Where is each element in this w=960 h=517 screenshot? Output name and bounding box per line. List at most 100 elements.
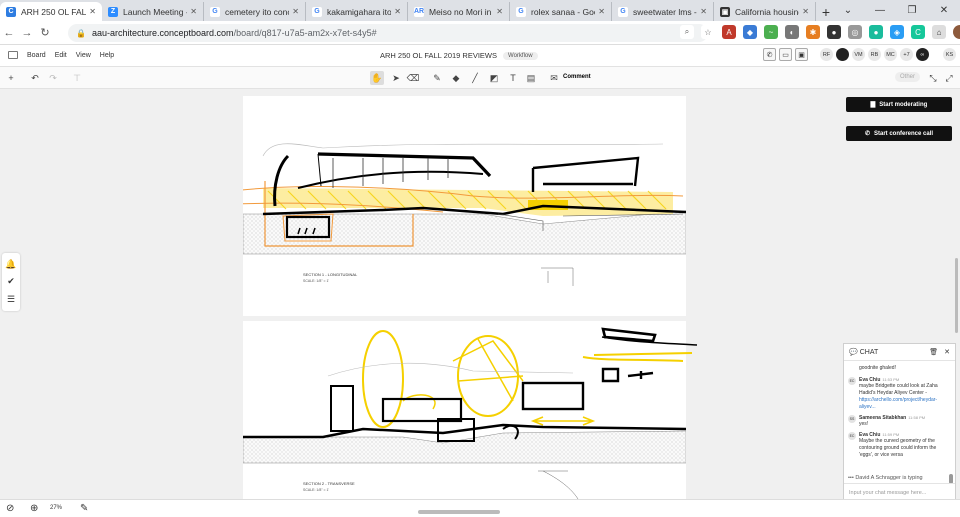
minimize-button[interactable]: — — [864, 0, 896, 21]
undo-icon[interactable]: ↶ — [28, 71, 42, 85]
tab-favicon-icon: G — [210, 6, 220, 17]
shape-tool-icon[interactable]: ◩ — [487, 71, 501, 85]
menu-help[interactable]: Help — [100, 52, 114, 59]
tab-close-icon[interactable]: ✕ — [496, 7, 503, 16]
eraser-icon[interactable]: ⌫ — [406, 71, 420, 85]
compass-icon[interactable]: ⊘ — [6, 503, 14, 514]
tab-close-icon[interactable]: ✕ — [802, 7, 809, 16]
close-window-button[interactable]: ✕ — [928, 0, 960, 21]
zoom-icon[interactable]: ⊕ — [30, 503, 38, 514]
extension-blue-icon[interactable]: ◈ — [890, 25, 904, 39]
menu-board[interactable]: Board — [27, 52, 46, 59]
tab-favicon-icon: AR — [413, 6, 425, 17]
tab-close-icon[interactable]: ✕ — [292, 7, 299, 16]
participant-avatar-photo[interactable] — [836, 48, 849, 61]
screen-share-icon[interactable]: ▣ — [795, 48, 808, 61]
page-vertical-scrollbar[interactable] — [955, 258, 958, 333]
video-icon[interactable]: ▭ — [779, 48, 792, 61]
tab-close-icon[interactable]: ✕ — [700, 7, 707, 16]
chat-message: EC Eva Chiu 11:53 PM maybe Bridgette could … — [848, 377, 943, 411]
browser-tab[interactable]: Gkakamigahara ito ✕ — [306, 2, 408, 21]
browser-tab[interactable]: Grolex sanaa - Goo ✕ — [510, 2, 612, 21]
menu-edit[interactable]: Edit — [55, 52, 67, 59]
self-avatar[interactable]: KS — [943, 48, 956, 61]
hand-tool-icon[interactable]: ✋ — [370, 71, 384, 85]
chat-timestamp: 11:58 PM — [908, 415, 926, 420]
star-icon[interactable]: ☆ — [701, 25, 715, 39]
redo-icon[interactable]: ↷ — [46, 71, 60, 85]
top-section-scale: SCALE: 1/8" = 1' — [303, 279, 329, 283]
record-icon[interactable]: ● — [827, 25, 841, 39]
tab-close-icon[interactable]: ✕ — [394, 7, 401, 16]
zoom-lens-icon[interactable]: ⌕ — [680, 25, 694, 39]
browser-tab[interactable]: ▣ California housing ✕ — [714, 2, 816, 21]
tab-close-icon[interactable]: ✕ — [89, 7, 96, 16]
close-chat-icon[interactable]: ✕ — [944, 348, 950, 356]
fullscreen-icon[interactable]: ⤢ — [942, 71, 956, 85]
pen-tool-icon[interactable]: ✎ — [430, 71, 444, 85]
extension-gray-icon[interactable]: ◎ — [848, 25, 862, 39]
comment-icon[interactable]: ✉ — [547, 71, 561, 85]
comment-label[interactable]: Comment — [563, 74, 591, 80]
start-moderating-button[interactable]: ▇ Start moderating — [846, 97, 952, 112]
grammar-icon[interactable]: ~ — [764, 25, 778, 39]
more-participants[interactable]: +7 — [900, 48, 913, 61]
sticky-note-icon[interactable]: ▤ — [524, 71, 538, 85]
line-tool-icon[interactable]: ╱ — [468, 71, 482, 85]
marker-icon[interactable]: ◆ — [449, 71, 463, 85]
board-canvas[interactable]: SECTION 1 - LONGITUDINAL SCALE: 1/8" = 1… — [0, 89, 960, 499]
extension-teal-icon[interactable]: ● — [869, 25, 883, 39]
chat-link[interactable]: https://archello.com/project/heydar-aliy… — [859, 397, 943, 411]
extension-orange-icon[interactable]: ✱ — [806, 25, 820, 39]
maximize-button[interactable]: ❐ — [896, 0, 928, 21]
tab-title: rolex sanaa - Goo — [531, 6, 596, 17]
participant-avatar[interactable]: RB — [868, 48, 881, 61]
start-conference-call-button[interactable]: ✆ Start conference call — [846, 126, 952, 141]
extension-green-icon[interactable]: C — [911, 25, 925, 39]
select-tool-icon[interactable]: ➤ — [389, 71, 403, 85]
address-bar: ← → ↻ 🔒 aau-architecture.conceptboard.co… — [0, 21, 960, 45]
participant-avatar[interactable]: RF — [820, 48, 833, 61]
notification-bell-icon[interactable]: 🔔 — [5, 259, 16, 270]
browser-tab[interactable]: Gsweetwater lms - ✕ — [612, 2, 714, 21]
browser-tab[interactable]: C ARH 250 OL FALL 2019✕ — [0, 2, 102, 21]
back-button[interactable]: ← — [0, 27, 18, 39]
edit-board-icon[interactable]: ✎ — [80, 503, 88, 514]
collapse-icon[interactable]: ⤡ — [926, 71, 940, 85]
dropbox-icon[interactable]: ◆ — [743, 25, 757, 39]
extension-icon[interactable]: ◐ — [785, 25, 799, 39]
tasks-check-icon[interactable]: ✔ — [7, 276, 15, 287]
participant-avatar[interactable]: VM — [852, 48, 865, 61]
board-title[interactable]: ARH 250 OL FALL 2019 REVIEWS — [380, 51, 497, 60]
pdf-icon[interactable]: A — [722, 25, 736, 39]
menu-view[interactable]: View — [76, 52, 91, 59]
bottom-section-caption: SECTION 2 - TRANSVERSE — [303, 481, 355, 486]
chat-text: maybe Bridgette could look at Zaha Hadid… — [859, 383, 938, 396]
section-sheet-top[interactable]: SECTION 1 - LONGITUDINAL SCALE: 1/8" = 1… — [202, 96, 687, 316]
tab-close-icon[interactable]: ✕ — [598, 7, 605, 16]
reload-button[interactable]: ↻ — [36, 26, 54, 39]
link-icon[interactable]: ∞ — [916, 48, 929, 61]
phone-icon[interactable]: ✆ — [763, 48, 776, 61]
tab-search-icon[interactable]: ⌄ — [832, 0, 864, 21]
zoom-level[interactable]: 27% — [50, 505, 62, 511]
participant-avatar[interactable]: MC — [884, 48, 897, 61]
browser-tab[interactable]: AR Meiso no Mori in ✕ — [408, 2, 510, 21]
tab-title: kakamigahara ito — [327, 6, 392, 17]
tab-favicon-icon: C — [6, 6, 16, 17]
url-field[interactable]: 🔒 aau-architecture.conceptboard.com/boar… — [68, 24, 708, 42]
format-paint-icon[interactable]: ⊤ — [70, 71, 84, 85]
horizontal-scrollbar[interactable] — [418, 510, 500, 514]
trash-icon[interactable]: 🗑 — [929, 348, 938, 356]
list-icon[interactable]: ☰ — [7, 294, 15, 305]
workflow-badge[interactable]: Workflow — [503, 51, 538, 60]
other-button[interactable]: Other — [895, 72, 921, 82]
puzzle-icon[interactable]: ⌂ — [932, 25, 946, 39]
browser-tab[interactable]: Z Launch Meeting - ✕ — [102, 2, 204, 21]
tab-close-icon[interactable]: ✕ — [190, 7, 197, 16]
forward-button[interactable]: → — [18, 27, 36, 39]
text-tool-icon[interactable]: T — [506, 71, 520, 85]
add-icon[interactable]: + — [4, 71, 18, 85]
profile-avatar[interactable] — [953, 25, 960, 39]
browser-tab[interactable]: Gcemetery ito conc ✕ — [204, 2, 306, 21]
